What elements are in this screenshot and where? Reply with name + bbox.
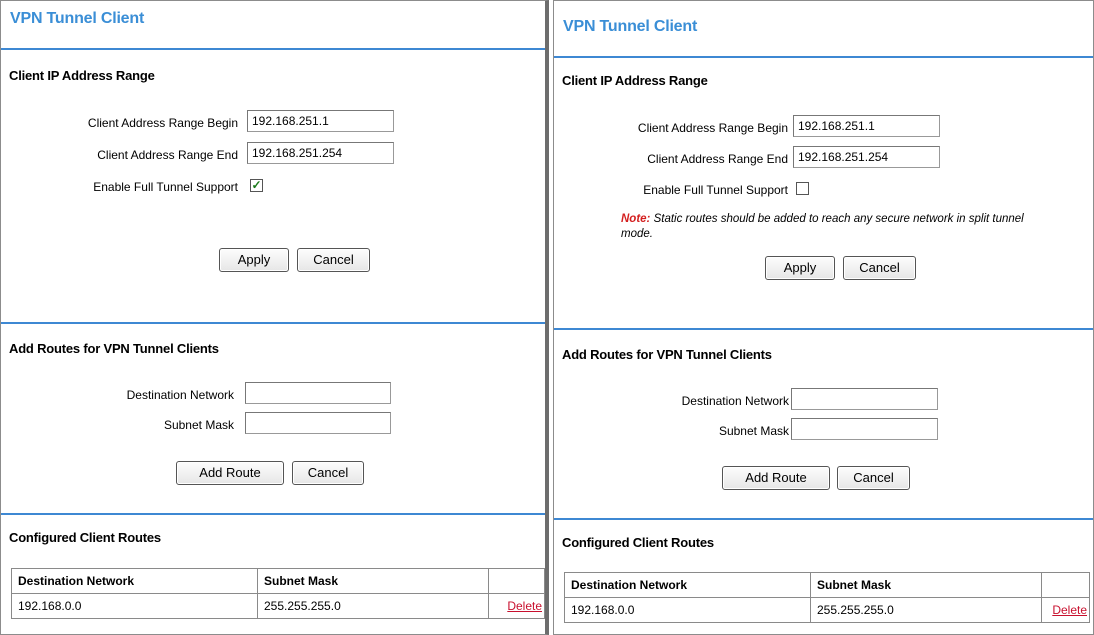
- routes-table: Destination Network Subnet Mask 192.168.…: [564, 572, 1090, 623]
- full-tunnel-label: Enable Full Tunnel Support: [643, 183, 788, 197]
- note-label: Note:: [621, 213, 651, 225]
- section-divider: [1, 322, 545, 324]
- delete-route-link[interactable]: Delete: [1041, 597, 1090, 623]
- range-begin-input[interactable]: 192.168.251.1: [247, 110, 394, 132]
- cancel-route-button[interactable]: Cancel: [837, 466, 910, 490]
- table-header-row: Destination Network Subnet Mask: [11, 568, 545, 594]
- table-header-row: Destination Network Subnet Mask: [564, 572, 1090, 598]
- range-begin-input[interactable]: 192.168.251.1: [793, 115, 940, 137]
- split-tunnel-note: Note: Static routes should be added to r…: [621, 212, 1051, 242]
- route-destination-cell: 192.168.0.0: [564, 597, 811, 623]
- column-header-subnet-mask: Subnet Mask: [257, 568, 489, 594]
- section-divider: [1, 48, 545, 50]
- column-header-destination: Destination Network: [11, 568, 258, 594]
- cancel-button[interactable]: Cancel: [297, 248, 370, 272]
- section-title-configured-routes: Configured Client Routes: [562, 535, 714, 550]
- page-title: VPN Tunnel Client: [563, 18, 698, 35]
- column-header-action: [488, 568, 545, 594]
- range-end-label: Client Address Range End: [97, 148, 238, 162]
- section-title-configured-routes: Configured Client Routes: [9, 530, 161, 545]
- full-tunnel-label: Enable Full Tunnel Support: [93, 180, 238, 194]
- destination-network-input[interactable]: [245, 382, 391, 404]
- route-mask-cell: 255.255.255.0: [257, 593, 489, 619]
- page-title: VPN Tunnel Client: [10, 10, 145, 27]
- vpn-client-panel-full-tunnel: VPN Tunnel Client Client IP Address Rang…: [0, 0, 549, 635]
- section-divider: [1, 513, 545, 515]
- apply-button[interactable]: Apply: [765, 256, 835, 280]
- full-tunnel-checkbox[interactable]: ✓: [250, 179, 263, 192]
- add-route-button[interactable]: Add Route: [722, 466, 830, 490]
- route-destination-cell: 192.168.0.0: [11, 593, 258, 619]
- destination-network-input[interactable]: [791, 388, 938, 410]
- destination-network-label: Destination Network: [681, 394, 789, 408]
- range-begin-label: Client Address Range Begin: [87, 116, 238, 130]
- apply-button[interactable]: Apply: [219, 248, 289, 272]
- add-route-button[interactable]: Add Route: [176, 461, 284, 485]
- column-header-subnet-mask: Subnet Mask: [810, 572, 1042, 598]
- routes-table: Destination Network Subnet Mask 192.168.…: [11, 568, 545, 619]
- section-title-add-routes: Add Routes for VPN Tunnel Clients: [562, 347, 772, 362]
- destination-network-label: Destination Network: [126, 388, 234, 402]
- cancel-route-button[interactable]: Cancel: [292, 461, 364, 485]
- note-text: Static routes should be added to reach a…: [621, 213, 1024, 240]
- section-divider: [554, 56, 1093, 58]
- column-header-action: [1041, 572, 1090, 598]
- table-row: 192.168.0.0 255.255.255.0 Delete: [564, 597, 1090, 623]
- checkmark-icon: ✓: [251, 178, 262, 192]
- cancel-button[interactable]: Cancel: [843, 256, 916, 280]
- range-begin-label: Client Address Range Begin: [637, 121, 788, 135]
- column-header-destination: Destination Network: [564, 572, 811, 598]
- section-title-client-ip: Client IP Address Range: [9, 68, 155, 83]
- delete-route-link[interactable]: Delete: [488, 593, 545, 619]
- subnet-mask-label: Subnet Mask: [718, 424, 789, 438]
- range-end-input[interactable]: 192.168.251.254: [793, 146, 940, 168]
- section-title-client-ip: Client IP Address Range: [562, 73, 708, 88]
- section-title-add-routes: Add Routes for VPN Tunnel Clients: [9, 341, 219, 356]
- subnet-mask-label: Subnet Mask: [163, 418, 234, 432]
- vpn-client-panel-split-tunnel: VPN Tunnel Client Client IP Address Rang…: [553, 0, 1094, 635]
- full-tunnel-checkbox[interactable]: [796, 182, 809, 195]
- subnet-mask-input[interactable]: [791, 418, 938, 440]
- subnet-mask-input[interactable]: [245, 412, 391, 434]
- section-divider: [554, 518, 1093, 520]
- section-divider: [554, 328, 1093, 330]
- range-end-input[interactable]: 192.168.251.254: [247, 142, 394, 164]
- route-mask-cell: 255.255.255.0: [810, 597, 1042, 623]
- range-end-label: Client Address Range End: [647, 152, 788, 166]
- table-row: 192.168.0.0 255.255.255.0 Delete: [11, 593, 545, 619]
